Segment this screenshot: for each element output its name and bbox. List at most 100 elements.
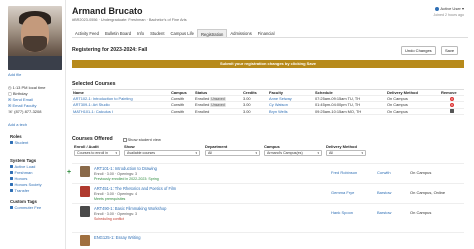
delivery-method: On Campus, Online — [410, 190, 446, 195]
filter-campus-label: Campus — [264, 144, 280, 149]
remove-course-button[interactable]: x — [450, 103, 454, 108]
tab-student[interactable]: Student — [147, 29, 167, 37]
user-status-dropdown[interactable]: Active User ▾ — [435, 6, 464, 11]
credits-cell: 3.00 — [243, 108, 251, 114]
delivery-cell: On Campus — [387, 108, 408, 114]
course-offering-row: ART490-1: Basic Filmmaking Workshop Enro… — [72, 203, 464, 223]
course-note: Meets prerequisites — [94, 197, 126, 201]
tag-transfer[interactable]: Transfer — [10, 188, 29, 193]
filter-enroll-select[interactable]: Courses to enroll in ▾ — [74, 150, 120, 156]
filter-campus-select[interactable]: Armand's Campus(es) ▾ — [264, 150, 322, 156]
campus-link[interactable]: Barstow — [377, 210, 391, 215]
add-file-link[interactable]: Add file — [8, 72, 21, 77]
tag-icon — [10, 177, 13, 181]
user-icon — [10, 141, 13, 145]
teacher-link[interactable]: Hank Spoon — [331, 210, 353, 215]
teacher-link[interactable]: Gemma Frye — [331, 190, 354, 195]
course-note: Scheduling conflict — [94, 217, 124, 221]
filter-department-label: Department — [205, 144, 228, 149]
tag-commuter-fee[interactable]: Commuter Fee — [10, 205, 41, 210]
status-cell: Enrolled — [195, 108, 210, 114]
campus-link[interactable]: Corwith — [377, 170, 391, 175]
tag-honors-society[interactable]: Honors Society — [10, 182, 42, 187]
table-row: MATH101-1: Calculus I Corwith Enrolled 3.00… — [72, 108, 464, 115]
chevron-down-icon: ▾ — [255, 151, 257, 155]
role-student[interactable]: Student — [10, 140, 28, 145]
local-time: ◷ 1:13 PM local time — [8, 85, 46, 90]
course-offering-row: + ART101-1: Introduction to Drawing Enro… — [67, 163, 464, 183]
faculty-link[interactable]: Anne Selway — [269, 96, 292, 101]
course-link[interactable]: ART490-1: Basic Filmmaking Workshop — [94, 206, 166, 211]
course-link[interactable]: ART101-1: Introduction to Drawing — [94, 166, 157, 171]
remove-course-button[interactable]: x — [450, 97, 454, 102]
course-info: Enroll · 3.00 · Openings: 3 — [94, 172, 138, 176]
course-info: Enroll · 3.00 · Openings: 4 — [94, 192, 138, 196]
campus-cell: Corwith — [171, 108, 185, 114]
student-photo — [8, 6, 62, 70]
credits-cell: 3.00 — [243, 102, 251, 108]
tab-info[interactable]: Info — [134, 29, 147, 37]
delivery-cell: On Campus — [387, 102, 408, 108]
delivery-method: On Campus — [410, 170, 432, 175]
tab-admissions[interactable]: Admissions — [227, 29, 254, 37]
tag-honors[interactable]: Honors — [10, 176, 27, 181]
campus-cell: Corwith — [171, 96, 185, 102]
campus-cell: Corwith — [171, 102, 185, 108]
course-link[interactable]: ART451-1: The Rhetorics and Poetics of F… — [94, 186, 176, 191]
filter-department-select[interactable]: All ▾ — [205, 150, 260, 156]
custom-tags-heading: Custom Tags — [10, 199, 37, 204]
course-note: Previously enrolled in 2022-2023: Spring — [94, 177, 159, 181]
phone-number: ☏ (877) 877-3208 — [8, 109, 42, 114]
filter-delivery-select[interactable]: All ▾ — [326, 150, 366, 156]
checkbox-icon[interactable] — [123, 138, 127, 142]
filter-delivery-label: Delivery Method — [326, 144, 357, 149]
course-link[interactable]: MATH101-1: Calculus I — [73, 109, 113, 114]
tab-bulletin-board[interactable]: Bulletin Board — [102, 29, 134, 37]
birthday: ▢ Birthday — [8, 91, 28, 96]
credits-cell: 3.00 — [243, 96, 251, 102]
course-link[interactable]: ENG125-1: Essay Writing — [94, 235, 141, 240]
add-tech-link[interactable]: Add a tech — [8, 122, 27, 127]
status-badge: Unsaved — [210, 97, 226, 102]
course-info: Enroll · 3.00 · Openings: 3 — [94, 212, 138, 216]
tab-activity-feed[interactable]: Activity Feed — [72, 29, 102, 37]
filter-enroll-label: Enroll / Audit — [74, 144, 99, 149]
chevron-down-icon: ▾ — [195, 151, 197, 155]
tab-campus-life[interactable]: Campus Life — [168, 29, 198, 37]
system-tags-heading: System Tags — [10, 158, 37, 163]
joined-time: Joined 2 hours ago — [433, 13, 464, 17]
tag-icon — [10, 171, 13, 175]
course-offering-row: ENG125-1: Essay Writing — [72, 232, 464, 249]
faculty-link[interactable]: Cy Watson — [269, 102, 288, 107]
status-cell: Enrolled — [195, 96, 210, 102]
lock-icon — [450, 109, 454, 113]
tag-icon — [10, 206, 13, 210]
campus-link[interactable]: Barstow — [377, 190, 391, 195]
delivery-method: On Campus — [410, 210, 432, 215]
show-student-view-toggle[interactable]: Show student view — [123, 137, 161, 142]
selected-courses-table: Name Campus Status Credits Faculty Sched… — [72, 89, 464, 115]
selected-courses-title: Selected Courses — [72, 81, 116, 87]
save-button[interactable]: Save — [441, 46, 459, 55]
add-course-button[interactable]: + — [67, 169, 71, 176]
tag-freshman[interactable]: Freshman — [10, 170, 33, 175]
tag-active-load[interactable]: Active Load — [10, 164, 35, 169]
course-link[interactable]: ART309-1: Art Studio — [73, 102, 110, 107]
email-faculty-link[interactable]: ✉ Email Faculty — [8, 103, 36, 108]
undo-changes-button[interactable]: Undo Changes — [401, 46, 436, 55]
faculty-link[interactable]: Bryn Wells — [269, 109, 288, 114]
filter-show-select[interactable]: Available courses ▾ — [124, 150, 200, 156]
student-name: Armand Brucato — [72, 6, 143, 16]
teacher-link[interactable]: Fred Robinson — [331, 170, 357, 175]
send-email-link[interactable]: ✉ Send Email — [8, 97, 33, 102]
tab-registration[interactable]: Registration — [197, 29, 228, 37]
course-thumbnail — [80, 166, 90, 177]
chevron-down-icon: ▾ — [115, 151, 117, 155]
schedule-cell: 01:45pm-04:00pm TU, TH — [315, 102, 361, 108]
courses-offered-title: Courses Offered — [72, 136, 113, 142]
filter-show-label: Show — [124, 144, 135, 149]
course-link[interactable]: ART102-1: Introduction to Painting — [73, 96, 133, 101]
profile-tabs: Activity Feed Bulletin Board Info Studen… — [72, 29, 468, 38]
tab-financial[interactable]: Financial — [255, 29, 278, 37]
status-cell: Enrolled — [195, 102, 210, 108]
